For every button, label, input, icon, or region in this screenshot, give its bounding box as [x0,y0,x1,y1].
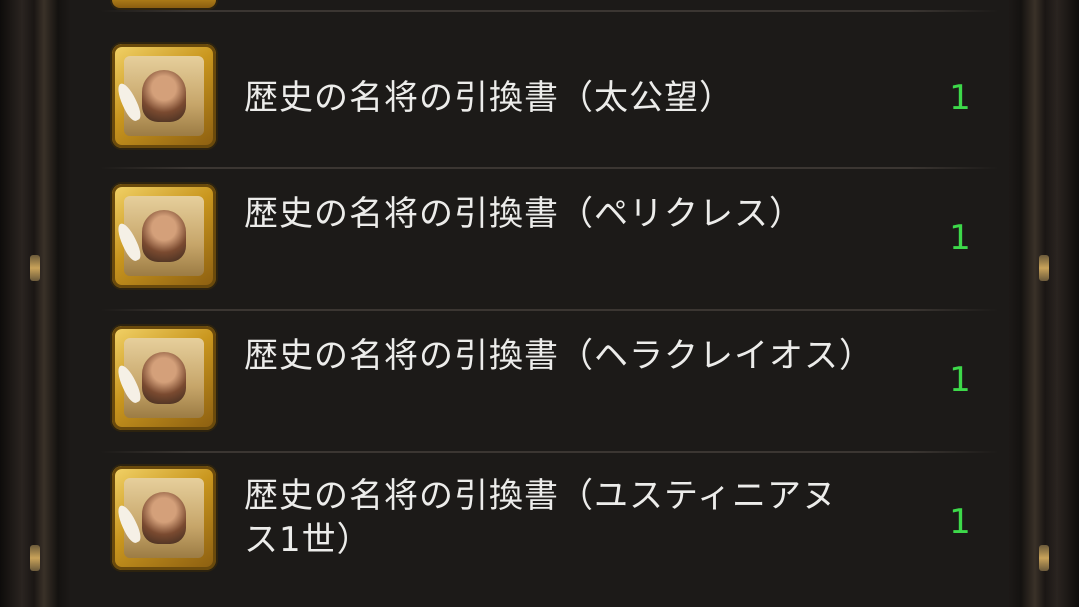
item-icon-partial [112,0,216,8]
row-divider [100,451,999,453]
item-name: 歴史の名将の引換書（ヘラクレイオス） [244,336,874,376]
item-name: 歴史の名将の引換書（ペリクレス） [244,194,804,234]
item-name: 歴史の名将の引換書（太公望） [244,78,734,118]
item-name: 歴史の名将の引換書（ユスティニアヌス1世） [244,476,837,560]
scroll-portrait-icon [112,326,216,430]
frame-ornament-left-lower [30,545,40,571]
list-item-partial[interactable] [70,0,1009,12]
window-frame-right [1009,0,1079,607]
row-divider [100,309,999,311]
item-quantity: 1 [949,502,971,542]
frame-ornament-left [30,255,40,281]
row-divider [100,10,999,12]
list-item[interactable]: 歴史の名将の引換書（ペリクレス） 1 [70,170,1009,311]
portrait-icon [142,492,186,544]
list-item[interactable]: 歴史の名将の引換書（ヘラクレイオス） 1 [70,312,1009,453]
item-quantity: 1 [949,360,971,400]
row-divider [100,167,999,169]
frame-ornament-right [1039,255,1049,281]
portrait-icon [142,210,186,262]
list-item[interactable]: 歴史の名将の引換書（太公望） 1 [70,28,1009,169]
scroll-portrait-icon [112,184,216,288]
scroll-portrait-icon [112,466,216,570]
frame-ornament-right-lower [1039,545,1049,571]
item-quantity: 1 [949,78,971,118]
scroll-portrait-icon [112,44,216,148]
item-quantity: 1 [949,218,971,258]
portrait-icon [142,70,186,122]
list-item[interactable]: 歴史の名将の引換書（ユスティニアヌス1世） 1 [70,454,1009,595]
portrait-icon [142,352,186,404]
item-list-panel[interactable]: 歴史の名将の引換書（太公望） 1 歴史の名将の引換書（ペリクレス） 1 歴史の名… [70,0,1009,607]
